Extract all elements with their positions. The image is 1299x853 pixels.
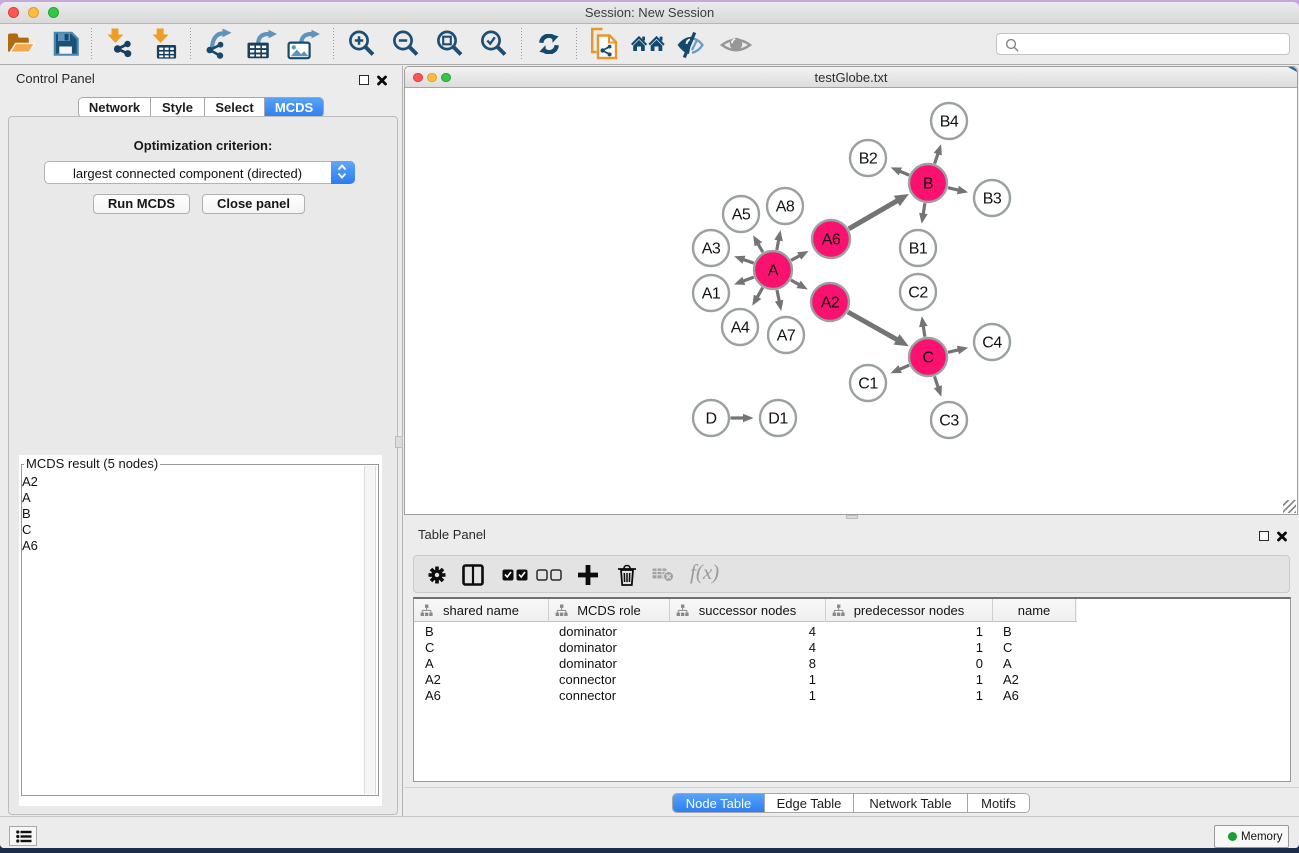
svg-text:B2: B2 [859, 151, 878, 168]
svg-text:A6: A6 [822, 232, 841, 249]
svg-text:B3: B3 [983, 191, 1002, 208]
svg-text:C2: C2 [908, 285, 928, 302]
svg-text:A5: A5 [732, 207, 751, 224]
svg-text:C3: C3 [939, 413, 959, 430]
svg-text:A3: A3 [702, 241, 721, 258]
svg-text:D1: D1 [768, 411, 788, 428]
svg-text:C: C [922, 350, 933, 367]
svg-text:A2: A2 [821, 295, 840, 312]
svg-text:B4: B4 [940, 114, 959, 131]
svg-text:A4: A4 [731, 320, 750, 337]
svg-text:A: A [768, 263, 779, 280]
svg-text:C4: C4 [982, 335, 1002, 352]
svg-text:A7: A7 [777, 328, 796, 345]
svg-text:B: B [923, 176, 933, 193]
svg-text:A8: A8 [776, 199, 795, 216]
svg-text:A1: A1 [702, 286, 721, 303]
svg-text:B1: B1 [909, 241, 928, 258]
svg-text:D: D [705, 411, 716, 428]
svg-text:C1: C1 [858, 376, 878, 393]
